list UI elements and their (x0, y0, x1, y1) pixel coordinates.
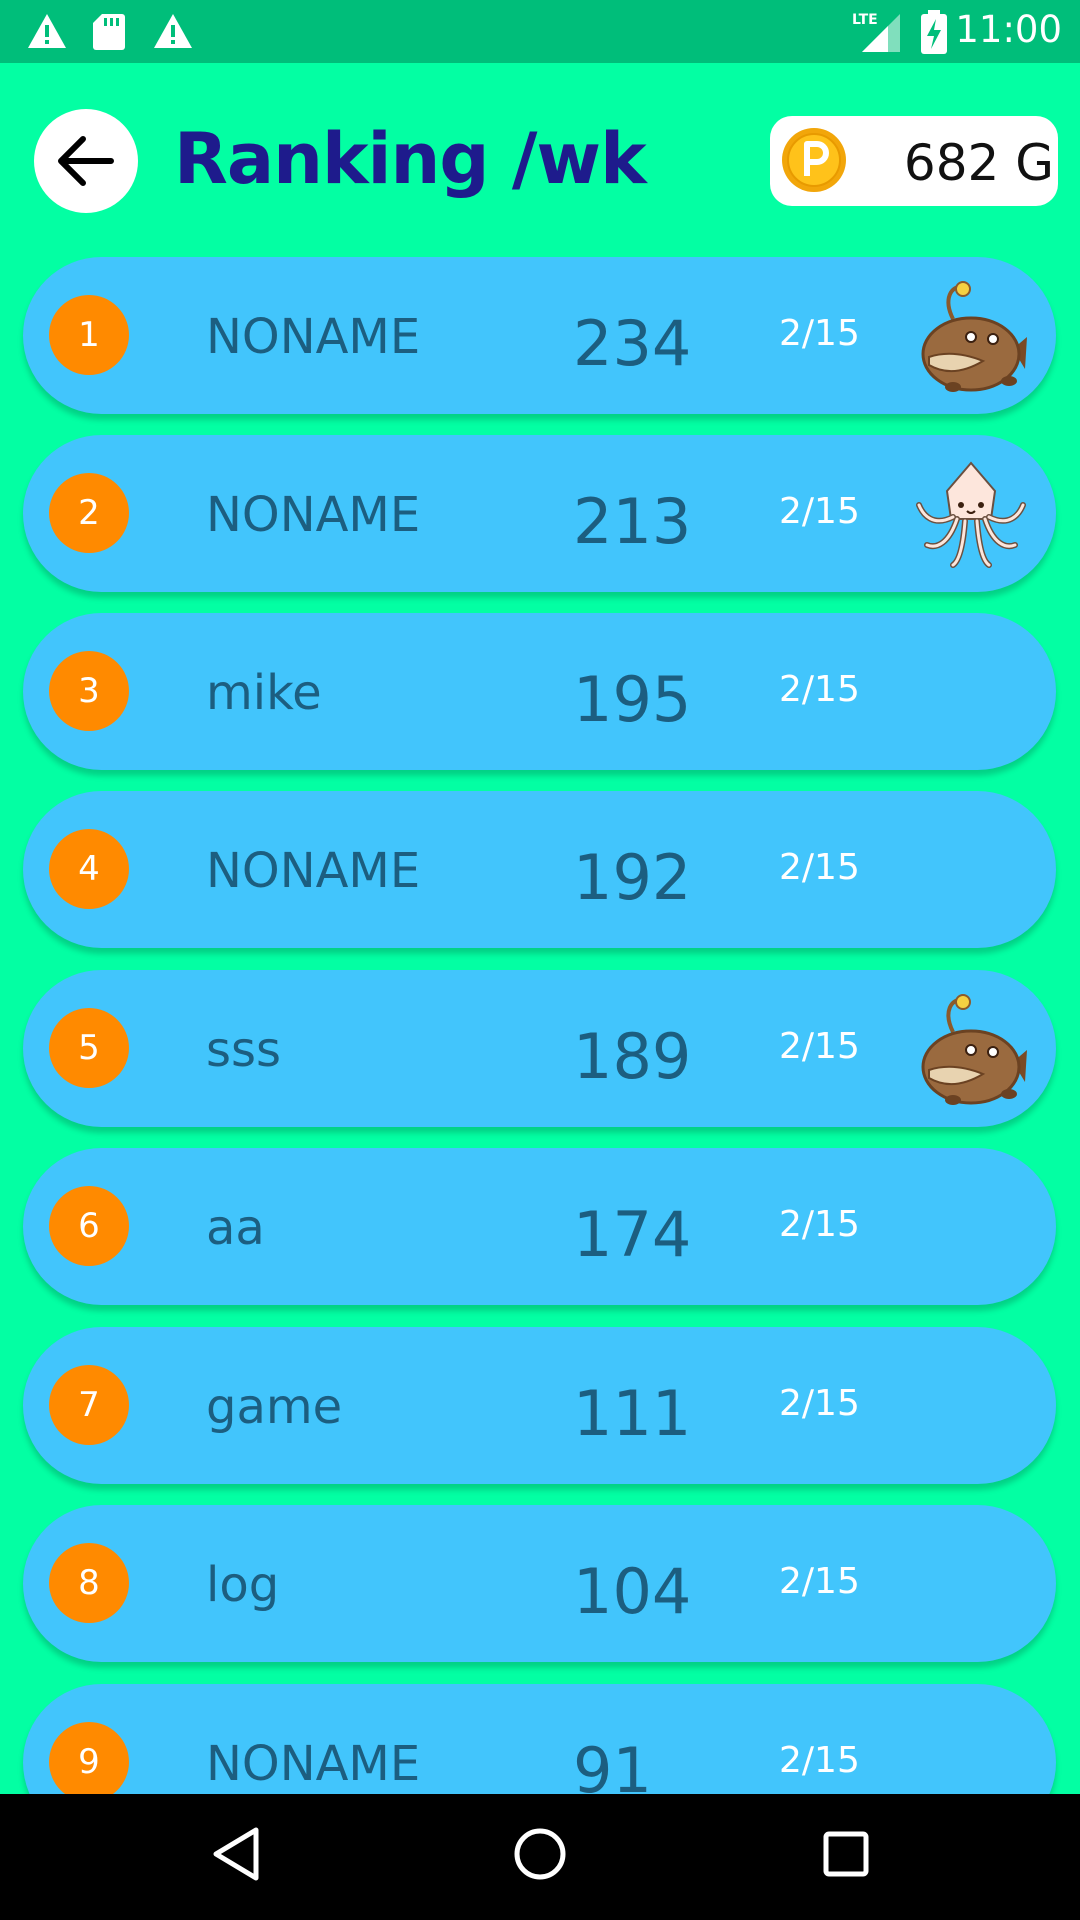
player-name: game (206, 1379, 343, 1435)
anglerfish-icon (921, 994, 1027, 1105)
ranking-row[interactable]: 7 game 111 2/15 (23, 1327, 1056, 1484)
score-date: 2/15 (779, 1383, 860, 1424)
rank-badge: 1 (49, 295, 129, 375)
ranking-row[interactable]: 5 sss 189 2/15 (23, 970, 1056, 1127)
ranking-row[interactable]: 8 log 104 2/15 (23, 1505, 1056, 1662)
rank-badge: 4 (49, 829, 129, 909)
player-score: 192 (573, 841, 692, 914)
ranking-row[interactable]: 3 mike 195 2/15 (23, 613, 1056, 770)
ranking-row[interactable]: 2 NONAME 213 2/15 (23, 435, 1056, 592)
player-score: 111 (573, 1377, 692, 1450)
rank-badge: 2 (49, 473, 129, 553)
player-score: 234 (573, 307, 692, 380)
score-date: 2/15 (779, 847, 860, 888)
rank-badge: 6 (49, 1186, 129, 1266)
navigation-bar (0, 1794, 1080, 1920)
rank-badge: 5 (49, 1008, 129, 1088)
player-name: mike (206, 665, 322, 721)
score-date: 2/15 (779, 1204, 860, 1245)
player-score: 189 (573, 1020, 692, 1093)
player-name: NONAME (206, 1736, 421, 1792)
score-date: 2/15 (779, 491, 860, 532)
player-name: sss (206, 1022, 282, 1078)
rank-badge: 3 (49, 651, 129, 731)
ranking-row[interactable]: 6 aa 174 2/15 (23, 1148, 1056, 1305)
recents-square-icon[interactable] (816, 1824, 876, 1884)
score-date: 2/15 (779, 669, 860, 710)
player-score: 91 (573, 1734, 652, 1794)
player-score: 213 (573, 485, 692, 558)
ranking-list[interactable]: 1 NONAME 234 2/15 2 NONAME 213 2/15 3 mi… (0, 0, 1080, 1794)
score-date: 2/15 (779, 1740, 860, 1781)
score-date: 2/15 (779, 313, 860, 354)
player-name: NONAME (206, 309, 421, 365)
ranking-row[interactable]: 1 NONAME 234 2/15 (23, 257, 1056, 414)
player-name: aa (206, 1200, 265, 1256)
ranking-row[interactable]: 9 NONAME 91 2/15 (23, 1684, 1056, 1794)
home-circle-icon[interactable] (510, 1824, 570, 1884)
player-score: 104 (573, 1555, 692, 1628)
player-name: log (206, 1557, 280, 1613)
score-date: 2/15 (779, 1561, 860, 1602)
anglerfish-icon (921, 281, 1027, 392)
player-score: 195 (573, 663, 692, 736)
back-triangle-icon[interactable] (208, 1824, 264, 1884)
player-name: NONAME (206, 843, 421, 899)
ranking-row[interactable]: 4 NONAME 192 2/15 (23, 791, 1056, 948)
score-date: 2/15 (779, 1026, 860, 1067)
player-score: 174 (573, 1198, 692, 1271)
player-name: NONAME (206, 487, 421, 543)
rank-badge: 8 (49, 1543, 129, 1623)
rank-badge: 9 (49, 1722, 129, 1794)
squid-icon (916, 461, 1026, 568)
rank-badge: 7 (49, 1365, 129, 1445)
